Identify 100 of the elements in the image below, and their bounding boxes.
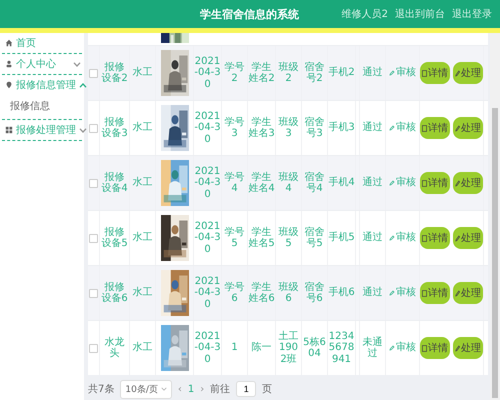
- table-cell-text: 学号3: [224, 116, 246, 140]
- row-checkbox[interactable]: [89, 288, 98, 298]
- home-icon: [5, 39, 13, 47]
- table-cell: 2021-04-30: [194, 220, 221, 256]
- table-cell: 水工: [132, 232, 152, 244]
- chevron-down-icon: [160, 387, 167, 391]
- table-cell-text: 学号6: [224, 282, 246, 304]
- table-cell: 水工: [132, 122, 152, 134]
- table-cell-text: 水龙头: [104, 336, 126, 360]
- table-cell-text: 土工1902班: [278, 330, 300, 366]
- table-cell: 手机4: [328, 177, 355, 189]
- review-link[interactable]: 审核: [389, 342, 416, 354]
- document-icon: [422, 70, 427, 76]
- row-checkbox[interactable]: [89, 234, 98, 242]
- row-checkbox[interactable]: [89, 68, 98, 78]
- edit-icon: [389, 125, 395, 131]
- table-cell-text: 班级2: [278, 62, 300, 84]
- pencil-icon: [455, 70, 460, 76]
- pencil-icon: [455, 234, 460, 242]
- pencil-icon: [455, 344, 460, 352]
- row-checkbox[interactable]: [89, 344, 98, 352]
- menu-item[interactable]: 报修信息管理: [0, 75, 84, 95]
- pencil-icon: [455, 180, 460, 186]
- table-cell: 水工: [132, 177, 152, 189]
- process-button[interactable]: 处理: [453, 172, 483, 194]
- page-size-select[interactable]: 10条/页: [120, 380, 172, 398]
- table-cell-text: 班级3: [278, 116, 300, 140]
- details-button[interactable]: 详情: [420, 282, 450, 304]
- details-button[interactable]: 详情: [420, 117, 450, 139]
- details-button[interactable]: 详情: [420, 227, 450, 249]
- table-cell: 水工: [132, 67, 152, 79]
- table-cell-text: 学号2: [224, 62, 246, 84]
- details-button[interactable]: 详情: [420, 337, 450, 359]
- table-cell-text: 宿舍号6: [304, 282, 326, 304]
- total-count: 共7条: [88, 382, 114, 396]
- table-cell: 2021-04-30: [194, 166, 221, 200]
- table-cell-text: 未通过: [362, 336, 384, 360]
- table-cell: 学生姓名3: [248, 116, 275, 140]
- goto-label: 前往: [210, 382, 230, 396]
- process-button[interactable]: 处理: [453, 62, 483, 84]
- table-cell: 手机5: [328, 232, 355, 244]
- process-button[interactable]: 处理: [453, 227, 483, 249]
- menu-item[interactable]: 个人中心: [0, 54, 84, 74]
- table-cell: 5栋604: [302, 336, 327, 360]
- table-cell: 报修设备4: [100, 172, 129, 194]
- table-cell: 通过: [362, 177, 382, 189]
- table-cell: 2021-04-30: [194, 56, 221, 90]
- page-suffix: 页: [262, 383, 272, 396]
- table-cell: 手机6: [328, 287, 355, 299]
- table-cell-text: 宿舍号4: [304, 172, 326, 194]
- table-cell: 学生姓名4: [248, 172, 275, 194]
- edit-icon: [389, 70, 395, 76]
- table-cell-text: 班级6: [278, 282, 300, 304]
- details-button[interactable]: 详情: [420, 172, 450, 194]
- table-cell-text: 宿舍号5: [304, 226, 326, 250]
- table-cell: 报修设备6: [100, 282, 129, 304]
- document-icon: [422, 290, 427, 296]
- table-cell: 通过: [362, 287, 382, 299]
- table-cell: 通过: [362, 122, 382, 134]
- user-name: 维修人员2: [342, 8, 388, 21]
- table-cell-text: 班级4: [278, 172, 300, 194]
- document-icon: [422, 234, 427, 242]
- submenu-item[interactable]: 报修信息: [0, 95, 84, 119]
- menu-item[interactable]: 首页: [0, 33, 84, 53]
- table-cell: 12345678941: [328, 330, 355, 366]
- review-link[interactable]: 审核: [389, 122, 416, 134]
- table-cell-text: 宿舍号2: [304, 62, 326, 84]
- process-button[interactable]: 处理: [453, 117, 483, 139]
- table-cell: 手机3: [328, 122, 355, 134]
- edit-icon: [389, 290, 395, 296]
- document-icon: [422, 344, 427, 352]
- app-title: 学生宿舍信息的系统: [200, 6, 299, 22]
- edit-icon: [389, 345, 395, 351]
- pencil-icon: [455, 290, 460, 296]
- table-cell-text: 学号5: [224, 226, 246, 250]
- table-cell: 通过: [362, 232, 382, 244]
- pin-icon: [5, 81, 13, 89]
- table-cell-text: 班级5: [278, 226, 300, 250]
- table-cell: 陈一: [252, 342, 272, 354]
- review-link[interactable]: 审核: [389, 232, 416, 244]
- table-cell-text: 宿舍号3: [304, 116, 326, 140]
- table-cell: 2021-04-30: [194, 276, 221, 310]
- row-checkbox[interactable]: [89, 178, 98, 188]
- process-button[interactable]: 处理: [453, 282, 483, 304]
- process-button[interactable]: 处理: [453, 337, 483, 359]
- details-button[interactable]: 详情: [420, 62, 450, 84]
- table-cell: 1: [231, 342, 238, 354]
- table-cell: 手机2: [328, 67, 355, 79]
- menu-item[interactable]: 报修处理管理: [0, 120, 84, 140]
- pencil-icon: [455, 124, 460, 132]
- document-icon: [422, 124, 427, 132]
- table-cell: 水工: [132, 287, 152, 299]
- row-checkbox[interactable]: [89, 124, 98, 132]
- table-cell: 学生姓名5: [248, 226, 275, 250]
- table-cell: 报修设备3: [100, 116, 129, 140]
- person-icon: [5, 60, 13, 68]
- edit-icon: [389, 235, 395, 241]
- table-cell: 通过: [362, 67, 382, 79]
- edit-icon: [389, 180, 395, 186]
- page-input[interactable]: 1: [236, 381, 256, 397]
